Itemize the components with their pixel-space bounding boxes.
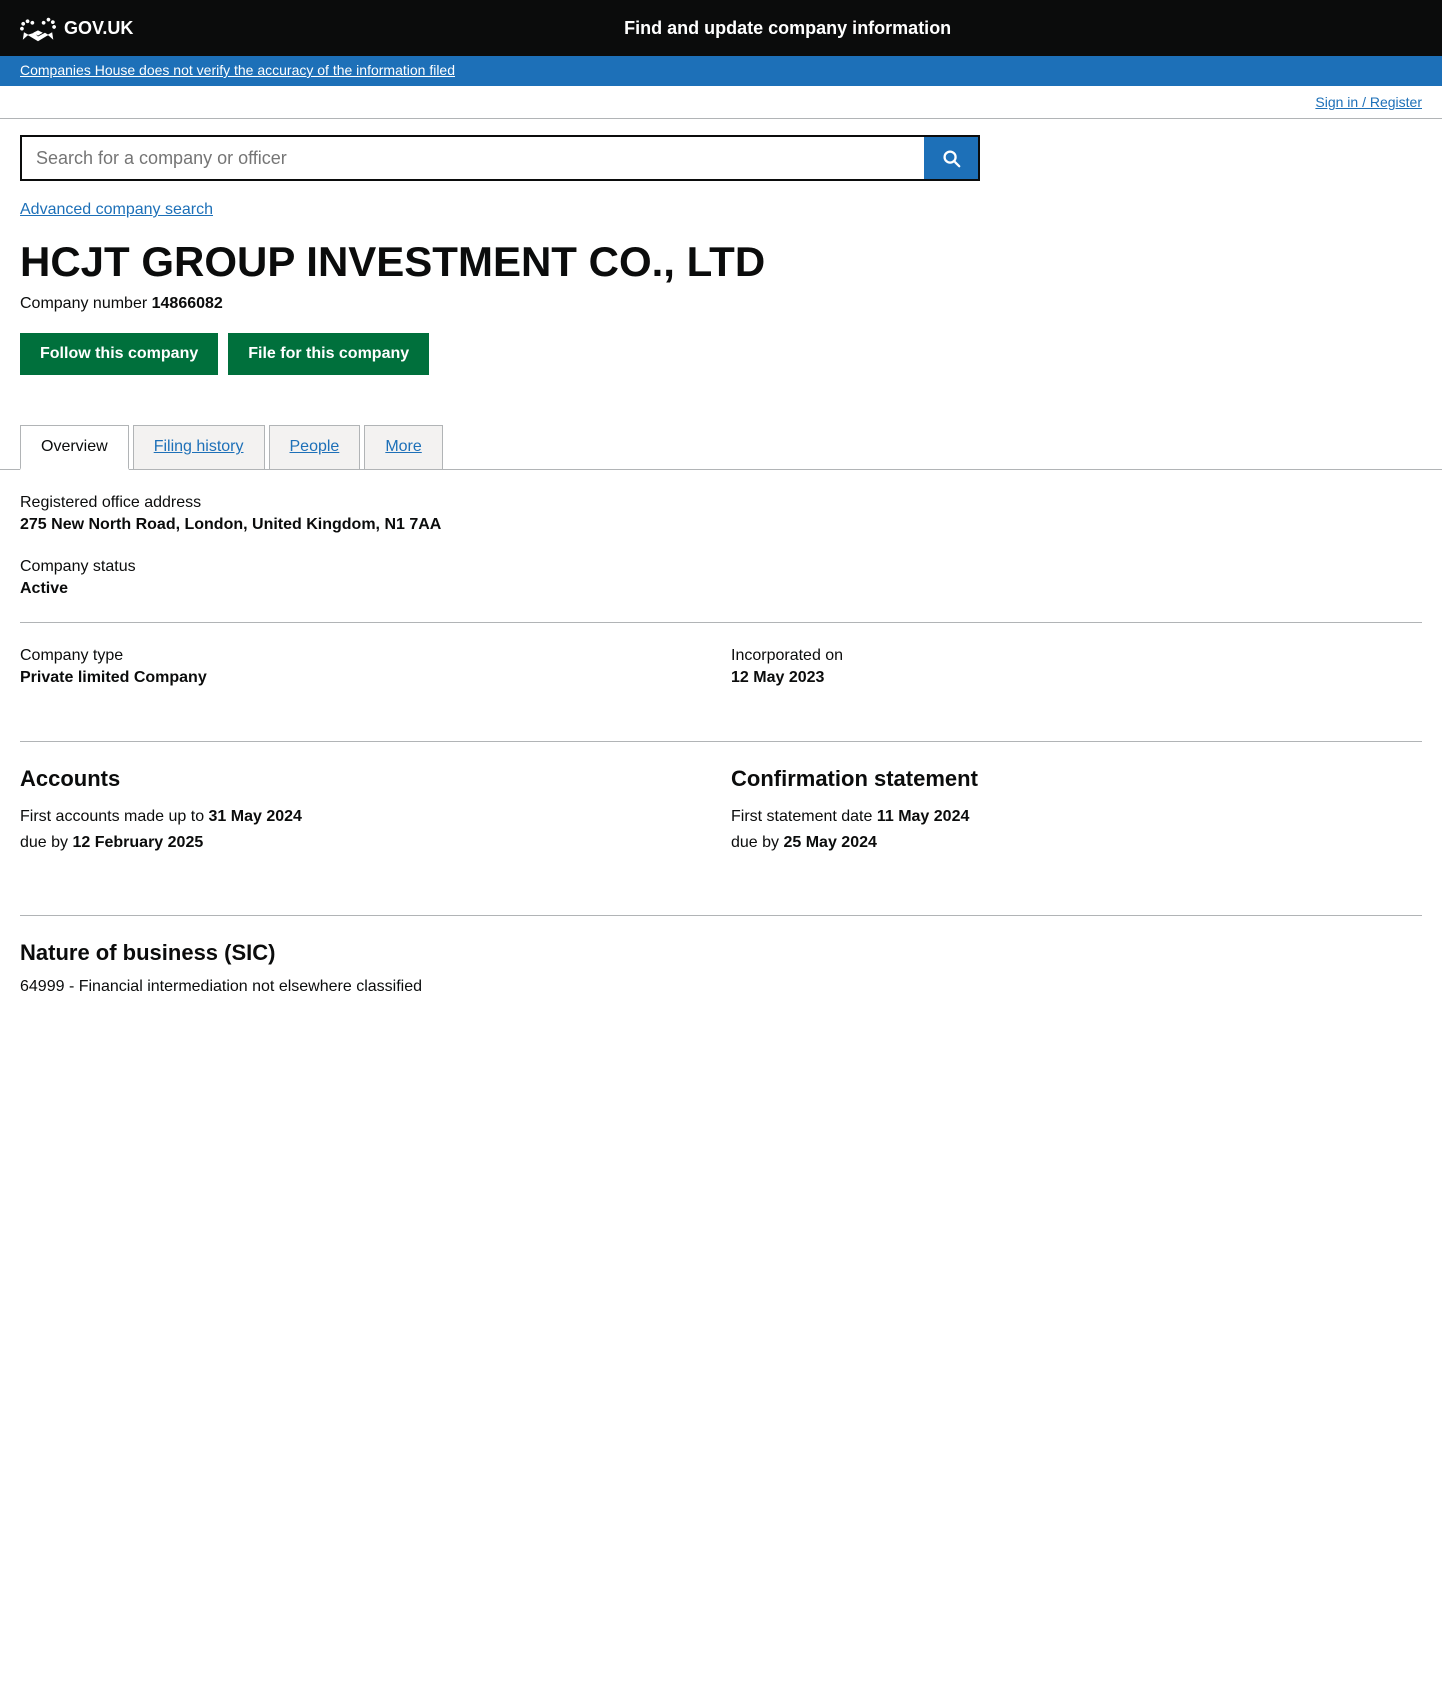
gov-logo-text: GOV.UK xyxy=(64,18,133,39)
company-status-label: Company status xyxy=(20,558,1422,576)
tab-people[interactable]: People xyxy=(269,425,361,469)
sic-section: Nature of business (SIC) 64999 - Financi… xyxy=(20,940,1422,996)
company-type-label: Company type xyxy=(20,647,711,665)
advanced-search-section: Advanced company search xyxy=(0,189,1442,239)
sign-in-link[interactable]: Sign in / Register xyxy=(1315,94,1422,110)
accounts-confirmation-row: Accounts First accounts made up to 31 Ma… xyxy=(20,766,1422,885)
site-header: GOV.UK Find and update company informati… xyxy=(0,0,1442,56)
divider-2 xyxy=(20,741,1422,742)
tab-more[interactable]: More xyxy=(364,425,442,469)
search-container xyxy=(0,119,1442,189)
incorporated-label: Incorporated on xyxy=(731,647,1422,665)
sic-heading: Nature of business (SIC) xyxy=(20,940,1422,966)
registered-office-section: Registered office address 275 New North … xyxy=(20,494,1422,534)
overview-content: Registered office address 275 New North … xyxy=(0,470,1442,1020)
divider-1 xyxy=(20,622,1422,623)
follow-button[interactable]: Follow this company xyxy=(20,333,218,375)
accounts-details: First accounts made up to 31 May 2024due… xyxy=(20,804,711,855)
top-nav: Sign in / Register xyxy=(0,86,1442,119)
registered-office-label: Registered office address xyxy=(20,494,1422,512)
notice-link[interactable]: Companies House does not verify the accu… xyxy=(20,62,455,78)
incorporated-value: 12 May 2023 xyxy=(731,669,1422,687)
crown-icon xyxy=(20,12,56,44)
accounts-heading: Accounts xyxy=(20,766,711,792)
file-button[interactable]: File for this company xyxy=(228,333,429,375)
incorporated-section: Incorporated on 12 May 2023 xyxy=(731,647,1422,687)
divider-3 xyxy=(20,915,1422,916)
company-name: HCJT GROUP INVESTMENT CO., LTD xyxy=(20,239,1422,285)
search-input[interactable] xyxy=(22,137,924,179)
company-status-section: Company status Active xyxy=(20,558,1422,598)
company-number-row: Company number 14866082 xyxy=(20,295,1422,313)
tab-filing-history[interactable]: Filing history xyxy=(133,425,265,469)
tab-overview[interactable]: Overview xyxy=(20,425,129,470)
registered-office-value: 275 New North Road, London, United Kingd… xyxy=(20,516,1422,534)
tabs-container: Overview Filing history People More xyxy=(0,425,1442,470)
site-title: Find and update company information xyxy=(153,18,1422,39)
company-type-incorporated-row: Company type Private limited Company Inc… xyxy=(20,647,1422,711)
confirmation-heading: Confirmation statement xyxy=(731,766,1422,792)
tabs-nav: Overview Filing history People More xyxy=(20,425,1422,469)
company-status-value: Active xyxy=(20,580,1422,598)
sic-value: 64999 - Financial intermediation not els… xyxy=(20,978,1422,996)
search-icon xyxy=(940,147,962,169)
company-type-section: Company type Private limited Company xyxy=(20,647,711,687)
action-buttons: Follow this company File for this compan… xyxy=(20,333,1422,375)
confirmation-details: First statement date 11 May 2024due by 2… xyxy=(731,804,1422,855)
gov-logo: GOV.UK xyxy=(20,12,133,44)
confirmation-section: Confirmation statement First statement d… xyxy=(731,766,1422,855)
search-button[interactable] xyxy=(924,137,978,179)
advanced-search-link[interactable]: Advanced company search xyxy=(20,201,213,218)
company-section: HCJT GROUP INVESTMENT CO., LTD Company n… xyxy=(0,239,1442,425)
accounts-section: Accounts First accounts made up to 31 Ma… xyxy=(20,766,711,855)
company-type-value: Private limited Company xyxy=(20,669,711,687)
notice-bar: Companies House does not verify the accu… xyxy=(0,56,1442,86)
search-box xyxy=(20,135,980,181)
